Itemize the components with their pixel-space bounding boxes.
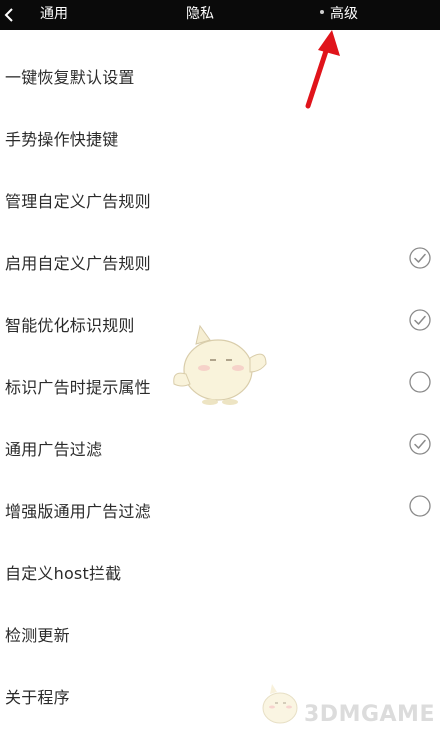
enhanced-ad-filter-checkbox[interactable] — [409, 495, 431, 517]
settings-item-manage-custom-ad-rules[interactable]: 管理自定义广告规则 — [0, 168, 440, 230]
check-circle-icon — [409, 309, 431, 331]
check-circle-icon — [409, 247, 431, 269]
empty-circle-icon — [409, 495, 431, 517]
enable-custom-ad-rules-checkbox[interactable] — [409, 247, 431, 269]
smart-optimize-rules-checkbox[interactable] — [409, 309, 431, 331]
settings-item-label: 通用广告过滤 — [5, 440, 103, 459]
settings-item-label: 自定义host拦截 — [5, 564, 122, 583]
settings-screen: 通用 隐私 高级 一键恢复默认设置 手势操作快捷键 管理自定义广告规则 启用自定… — [0, 0, 440, 731]
settings-item-restore-defaults[interactable]: 一键恢复默认设置 — [0, 44, 440, 106]
settings-item-enhanced-ad-filter[interactable]: 增强版通用广告过滤 — [0, 478, 440, 540]
settings-item-label: 一键恢复默认设置 — [5, 68, 135, 87]
tab-general-label: 通用 — [40, 6, 68, 22]
settings-item-label: 检测更新 — [5, 626, 70, 645]
show-ad-attributes-checkbox[interactable] — [409, 371, 431, 393]
annotation-arrow-icon — [305, 30, 340, 109]
back-button[interactable] — [0, 0, 22, 30]
settings-item-label: 管理自定义广告规则 — [5, 192, 151, 211]
chevron-left-icon — [4, 8, 13, 22]
settings-item-label: 增强版通用广告过滤 — [5, 502, 151, 521]
top-tab-bar: 通用 隐私 高级 — [0, 0, 440, 30]
tab-privacy[interactable]: 隐私 — [186, 0, 214, 30]
mascot-small-watermark-icon — [262, 684, 298, 724]
tab-privacy-label: 隐私 — [186, 6, 214, 22]
settings-item-check-update[interactable]: 检测更新 — [0, 602, 440, 664]
settings-item-label: 智能优化标识规则 — [5, 316, 135, 335]
active-tab-indicator — [320, 10, 324, 14]
svg-text:3DMGAME: 3DMGAME — [304, 702, 435, 727]
empty-circle-icon — [409, 371, 431, 393]
settings-item-label: 手势操作快捷键 — [5, 130, 119, 149]
settings-item-label: 关于程序 — [5, 688, 70, 707]
settings-item-label: 标识广告时提示属性 — [5, 378, 151, 397]
mascot-watermark-icon — [173, 324, 267, 405]
watermark-logo: 3DMGAME — [304, 702, 435, 727]
settings-item-general-ad-filter[interactable]: 通用广告过滤 — [0, 416, 440, 478]
settings-item-custom-host-block[interactable]: 自定义host拦截 — [0, 540, 440, 602]
tab-general[interactable]: 通用 — [40, 0, 68, 30]
settings-item-gesture-shortcuts[interactable]: 手势操作快捷键 — [0, 106, 440, 168]
general-ad-filter-checkbox[interactable] — [409, 433, 431, 455]
tab-advanced-label: 高级 — [330, 6, 358, 22]
settings-item-enable-custom-ad-rules[interactable]: 启用自定义广告规则 — [0, 230, 440, 292]
settings-item-label: 启用自定义广告规则 — [5, 254, 151, 273]
check-circle-icon — [409, 433, 431, 455]
